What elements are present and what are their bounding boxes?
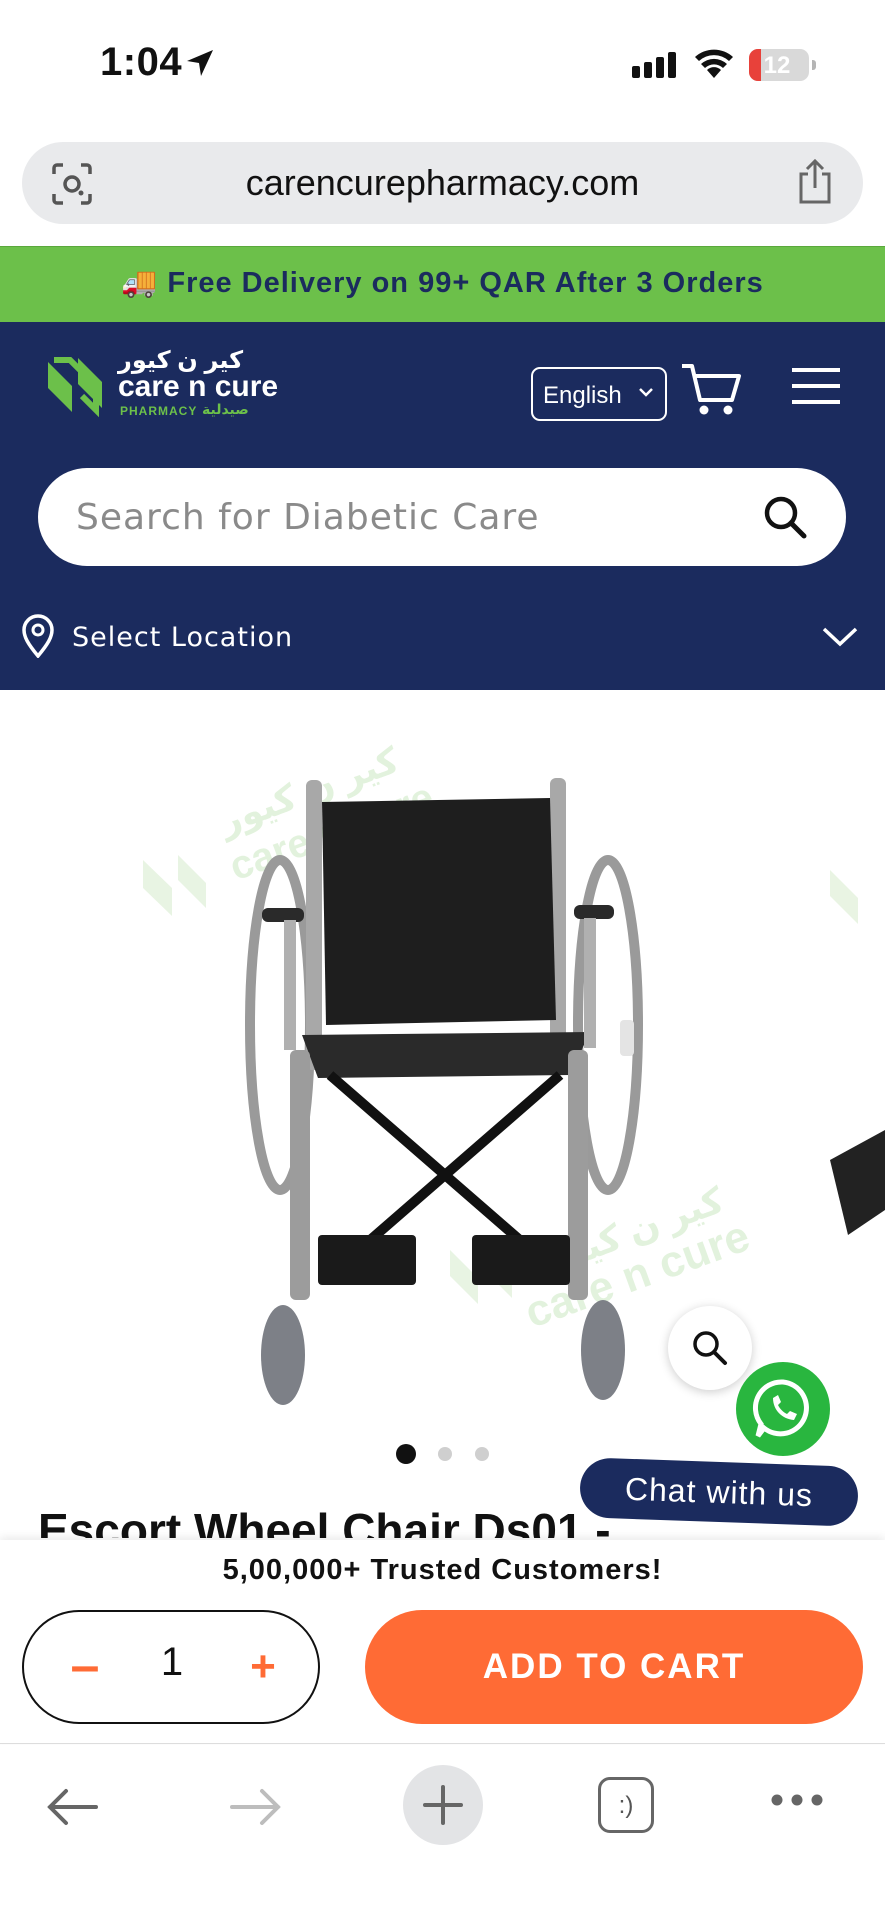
cell-signal-icon	[632, 52, 676, 78]
search-icon[interactable]	[762, 494, 808, 540]
location-arrow-icon	[187, 50, 213, 76]
language-label: English	[543, 382, 622, 409]
battery-level: 12	[763, 52, 791, 79]
quantity-increase-button[interactable]: +	[238, 1638, 288, 1698]
tabs-glyph: :)	[618, 1792, 634, 1819]
plus-icon	[423, 1785, 463, 1825]
battery-icon: 12	[749, 49, 816, 81]
whatsapp-button[interactable]	[736, 1362, 830, 1456]
tabs-icon[interactable]: :)	[598, 1777, 654, 1833]
location-pin-icon[interactable]	[20, 614, 56, 658]
status-time: 1:04	[100, 40, 183, 84]
back-arrow-icon[interactable]	[44, 1787, 100, 1827]
url-text[interactable]: carencurepharmacy.com	[22, 162, 863, 204]
trusted-customers-text: 5,00,000+ Trusted Customers!	[222, 1554, 663, 1586]
url-bar[interactable]: carencurepharmacy.com	[22, 142, 863, 224]
site-header: كير ن كيور care n cure PHARMACY صيدلية E…	[0, 322, 885, 690]
status-bar: 1:04 12	[0, 0, 885, 130]
new-tab-button[interactable]	[403, 1765, 483, 1845]
quantity-decrease-button[interactable]: –	[60, 1638, 110, 1698]
chevron-down-icon	[639, 388, 653, 397]
search-bar[interactable]	[38, 468, 846, 566]
promo-banner: 🚚 Free Delivery on 99+ QAR After 3 Order…	[0, 246, 885, 322]
share-icon[interactable]	[795, 158, 835, 206]
product-title: Escort Wheel Chair Ds01 -	[38, 1508, 878, 1538]
hamburger-menu-icon[interactable]	[790, 366, 842, 406]
zoom-icon	[693, 1331, 727, 1365]
logo-brand: care n cure	[118, 370, 279, 403]
gallery-dot-active[interactable]	[396, 1444, 416, 1464]
gallery-dot[interactable]	[438, 1447, 452, 1461]
logo-sub-ar: صيدلية	[202, 401, 249, 417]
product-title-text: Escort Wheel Chair Ds01 -	[38, 1508, 611, 1538]
sticky-purchase-bar: 5,00,000+ Trusted Customers! – 1 + ADD T…	[0, 1540, 885, 1744]
more-icon[interactable]	[770, 1793, 824, 1807]
logo-mark-icon	[48, 357, 102, 418]
language-select[interactable]: English	[531, 367, 667, 421]
wifi-icon	[695, 49, 733, 78]
chevron-down-icon[interactable]	[820, 624, 860, 650]
browser-toolbar: :)	[0, 1745, 885, 1920]
select-location[interactable]: Select Location	[72, 622, 293, 653]
search-input[interactable]	[76, 468, 756, 566]
promo-text: 🚚 Free Delivery on 99+ QAR After 3 Order…	[121, 267, 764, 299]
logo-sub: PHARMACY	[120, 404, 198, 418]
add-to-cart-button[interactable]: ADD TO CART	[365, 1610, 863, 1724]
quantity-value[interactable]: 1	[124, 1640, 220, 1685]
gallery-dot[interactable]	[475, 1447, 489, 1461]
quantity-stepper[interactable]: – 1 +	[22, 1610, 320, 1724]
forward-arrow-icon[interactable]	[228, 1787, 284, 1827]
whatsapp-icon	[752, 1379, 809, 1438]
cart-icon[interactable]	[680, 362, 742, 418]
